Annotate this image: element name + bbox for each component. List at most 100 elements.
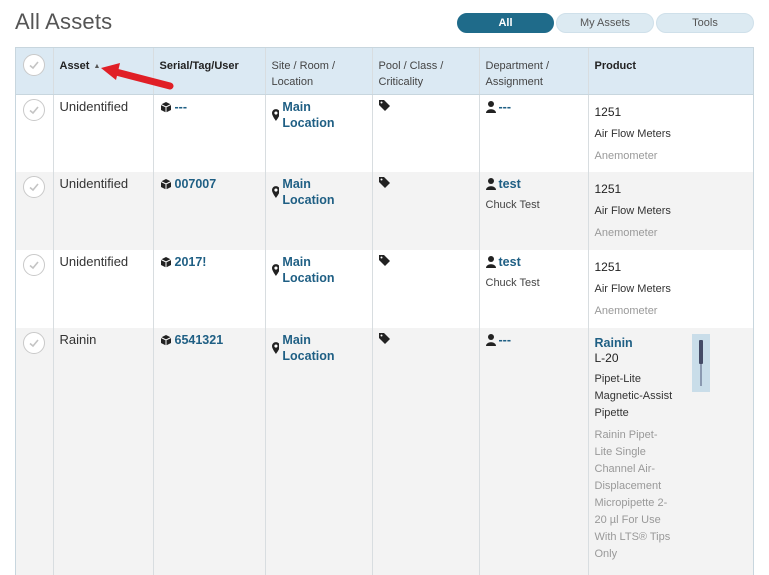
asset-cell: Unidentified (53, 94, 154, 172)
column-header-serial[interactable]: Serial/Tag/User (153, 48, 266, 95)
column-label-department: Department / Assignment (485, 60, 550, 88)
column-header-pool[interactable]: Pool / Class / Criticality (372, 48, 480, 95)
product-cell: 1251 Air Flow Meters Anemometer (588, 250, 753, 328)
column-label-serial: Serial/Tag/User (159, 60, 239, 72)
tag-icon[interactable] (378, 333, 390, 344)
page-title: All Assets (15, 9, 113, 34)
serial-link[interactable]: 007007 (175, 176, 217, 192)
pool-cell (372, 250, 480, 328)
user-icon (485, 178, 496, 190)
row-checkbox[interactable] (23, 98, 46, 121)
column-label-pool: Pool / Class / Criticality (378, 60, 444, 88)
asset-cell: Unidentified (53, 172, 154, 250)
location-link[interactable]: Main Location (282, 254, 365, 286)
department-link[interactable]: test (499, 254, 521, 270)
column-header-department[interactable]: Department / Assignment (479, 48, 589, 95)
serial-link[interactable]: 2017! (175, 254, 207, 270)
pool-cell (372, 172, 480, 250)
table-row[interactable]: Rainin 6541321 Main Location --- Rainin … (16, 328, 753, 575)
asset-name: Rainin (59, 332, 97, 347)
tag-icon[interactable] (378, 99, 390, 111)
user-icon (485, 100, 496, 113)
map-marker-icon (271, 264, 280, 276)
product-number: 1251 (594, 260, 622, 274)
tag-icon[interactable] (378, 255, 390, 266)
pool-cell (372, 328, 480, 575)
product-cell: Rainin L-20 Pipet-Lite Magnetic-Assist P… (588, 328, 753, 575)
site-cell: Main Location (265, 328, 373, 575)
serial-cell: 2017! (153, 250, 266, 328)
row-select-cell (16, 172, 54, 250)
pool-cell (372, 94, 480, 172)
row-select-cell (16, 94, 54, 172)
tab-my-assets[interactable]: My Assets (556, 13, 654, 33)
tab-all[interactable]: All (457, 13, 554, 33)
product-type: Anemometer (594, 227, 658, 239)
location-link[interactable]: Main Location (282, 99, 365, 131)
row-checkbox[interactable] (23, 332, 46, 354)
column-label-asset: Asset (59, 60, 90, 72)
column-header-product[interactable]: Product (588, 48, 753, 95)
product-category: Air Flow Meters (594, 283, 671, 295)
site-cell: Main Location (265, 94, 373, 172)
row-select-cell (16, 250, 54, 328)
location-link[interactable]: Main Location (282, 332, 365, 364)
cube-icon (160, 257, 171, 268)
view-tabs: All My Assets Tools (457, 13, 754, 33)
assignee-name: Chuck Test (485, 277, 540, 289)
product-category: Air Flow Meters (594, 127, 671, 140)
asset-name: Unidentified (59, 176, 129, 191)
table-row[interactable]: Unidentified 007007 Main Location test C… (16, 172, 753, 250)
check-icon (29, 339, 39, 348)
column-label-site: Site / Room / Location (271, 60, 336, 88)
check-icon (29, 61, 39, 70)
department-link[interactable]: test (499, 176, 521, 192)
product-number: 1251 (594, 182, 622, 196)
product-thumbnail[interactable] (691, 334, 710, 392)
product-description: Pipet-Lite Magnetic-Assist Pipette (594, 373, 673, 419)
department-cell: test Chuck Test (479, 250, 589, 328)
column-header-asset[interactable]: Asset ▲ (53, 48, 154, 95)
select-all-checkbox[interactable] (23, 54, 46, 76)
assets-table-container: Asset ▲ Serial/Tag/User Site / Room / Loc… (15, 47, 754, 575)
tag-icon[interactable] (378, 177, 390, 188)
site-cell: Main Location (265, 250, 373, 328)
department-cell: test Chuck Test (479, 172, 589, 250)
cube-icon (160, 101, 171, 112)
product-brand-link[interactable]: Rainin (595, 336, 750, 350)
column-label-product: Product (594, 60, 637, 72)
user-icon (485, 334, 496, 346)
check-icon (29, 105, 39, 114)
check-icon (29, 261, 39, 270)
map-marker-icon (271, 342, 280, 354)
serial-link[interactable]: 6541321 (175, 332, 224, 348)
assets-table: Asset ▲ Serial/Tag/User Site / Room / Loc… (16, 48, 753, 575)
location-link[interactable]: Main Location (282, 176, 365, 208)
asset-name: Unidentified (59, 98, 129, 114)
serial-cell: 007007 (153, 172, 266, 250)
asset-cell: Unidentified (53, 250, 154, 328)
site-cell: Main Location (265, 172, 373, 250)
product-type: Anemometer (594, 305, 658, 317)
row-checkbox[interactable] (23, 254, 46, 276)
table-row[interactable]: Unidentified 2017! Main Location test Ch… (16, 250, 753, 328)
select-all-cell (16, 48, 54, 95)
row-checkbox[interactable] (23, 176, 46, 198)
serial-link[interactable]: --- (175, 99, 188, 115)
table-row[interactable]: Unidentified --- Main Location --- 1251 … (16, 94, 753, 172)
row-select-cell (16, 328, 54, 575)
sort-ascending-icon: ▲ (93, 63, 101, 70)
product-type: Anemometer (594, 149, 658, 162)
department-link[interactable]: --- (499, 99, 512, 115)
cube-icon (160, 179, 171, 190)
department-cell: --- (479, 94, 589, 172)
table-header-row: Asset ▲ Serial/Tag/User Site / Room / Loc… (16, 48, 753, 95)
tab-tools[interactable]: Tools (656, 13, 754, 33)
column-header-site[interactable]: Site / Room / Location (265, 48, 373, 95)
assignee-name: Chuck Test (485, 199, 540, 211)
department-link[interactable]: --- (499, 332, 512, 348)
product-model: L-20 (594, 351, 619, 365)
product-category: Air Flow Meters (594, 205, 671, 217)
product-cell: 1251 Air Flow Meters Anemometer (588, 94, 753, 172)
cube-icon (160, 335, 171, 346)
